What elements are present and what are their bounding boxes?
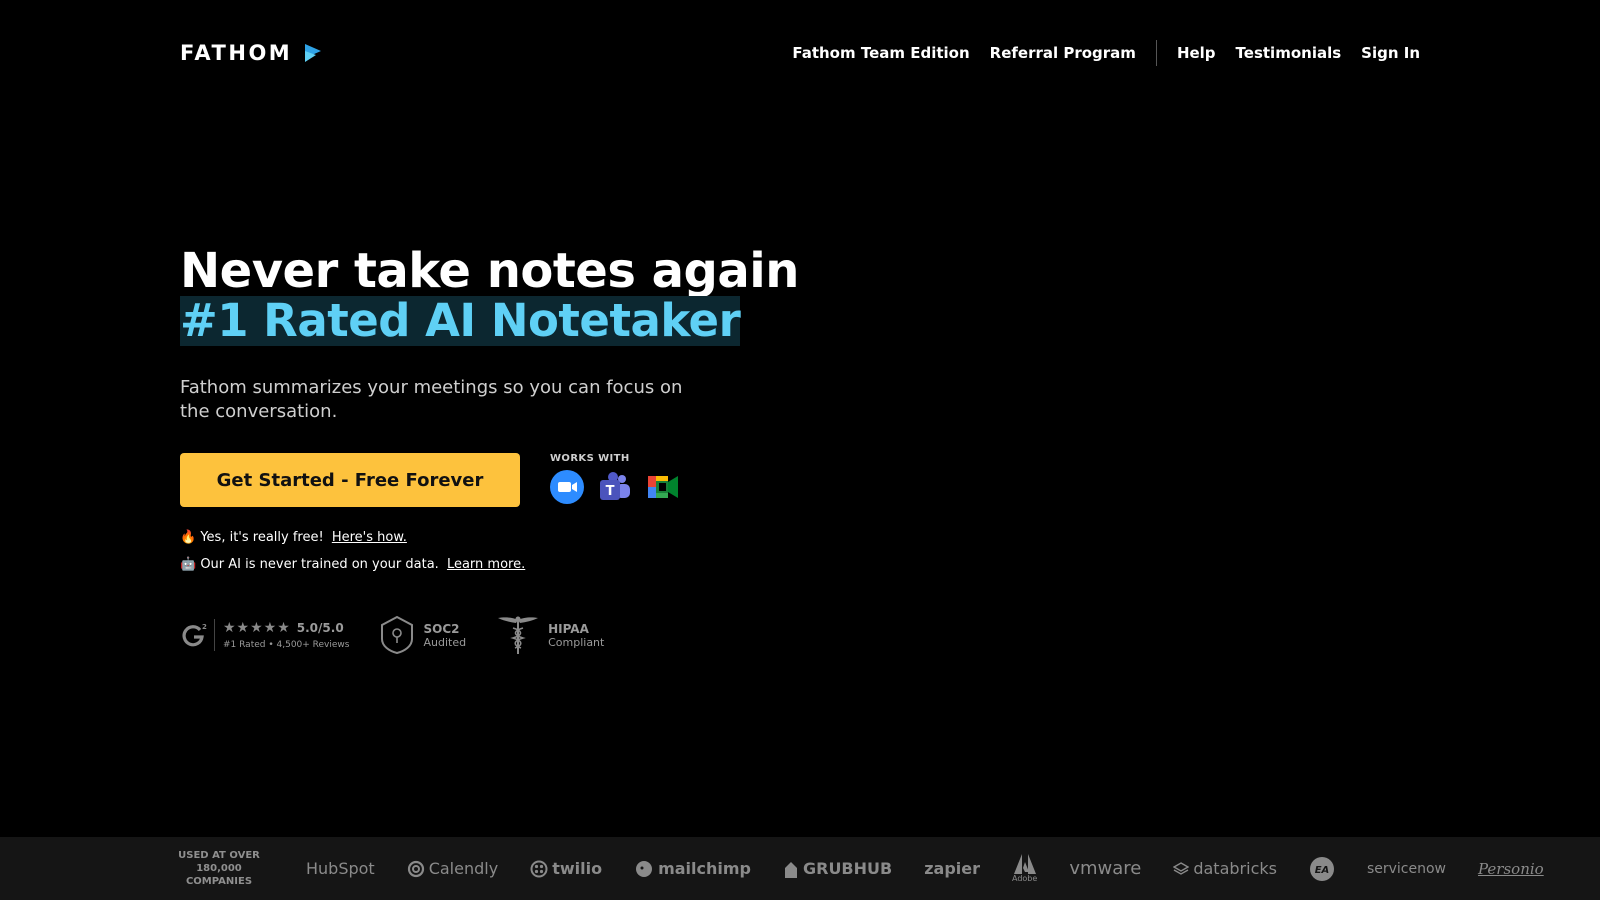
hipaa-sub: Compliant [548, 635, 605, 649]
twilio-logo: twilio [530, 859, 602, 878]
g2-separator [214, 619, 215, 651]
grubhub-logo: GRUBHUB [783, 859, 892, 878]
adobe-icon [1013, 854, 1036, 874]
nav-testimonials[interactable]: Testimonials [1236, 44, 1342, 62]
calendly-text: Calendly [428, 859, 499, 878]
grubhub-text: GRUBHUB [802, 859, 893, 878]
g2-rating: 5.0/5.0 [296, 621, 344, 635]
hero-section: Never take notes again #1 Rated AI Notet… [180, 243, 799, 656]
fathom-logo[interactable]: FATHOM [180, 41, 324, 65]
hipaa-title: HIPAA [548, 621, 589, 636]
svg-text:T: T [606, 484, 615, 499]
soc2-title: SOC2 [423, 621, 460, 636]
robot-icon: 🤖 [180, 557, 197, 572]
heres-how-link[interactable]: Here's how. [332, 530, 407, 545]
used-at-label: USED AT OVER 180,000 COMPANIES [164, 849, 274, 888]
main-nav: Fathom Team Edition Referral Program Hel… [792, 40, 1420, 66]
calendly-logo: Calendly [407, 859, 498, 878]
soc2-sub: Audited [423, 635, 467, 649]
fire-icon: 🔥 [180, 530, 197, 545]
free-note: 🔥 Yes, it's really free! Here's how. [180, 524, 740, 551]
works-with-label: WORKS WITH [550, 453, 630, 464]
nav-sign-in[interactable]: Sign In [1361, 44, 1420, 62]
svg-text:2: 2 [202, 623, 207, 631]
learn-more-link[interactable]: Learn more. [447, 557, 525, 572]
used-at-line2: 180,000 COMPANIES [185, 863, 253, 887]
mailchimp-icon [636, 860, 653, 877]
soc2-badge: SOC2 Audited [379, 615, 466, 655]
star-rating-icon: ★★★★★ [223, 620, 291, 636]
works-with: WORKS WITH T [550, 453, 680, 504]
get-started-button[interactable]: Get Started - Free Forever [180, 453, 520, 507]
adobe-text: Adobe [1012, 874, 1038, 883]
grubhub-icon [784, 861, 797, 878]
ea-logo: EA [1309, 856, 1335, 882]
zoom-icon [550, 470, 584, 504]
g2-logo-icon: 2 [182, 623, 207, 647]
used-at-line1: USED AT OVER [178, 850, 260, 861]
caduceus-icon [498, 616, 539, 654]
shield-icon [381, 615, 414, 655]
zapier-logo: zapier [924, 859, 980, 878]
fathom-logo-icon [305, 44, 322, 62]
twilio-icon [530, 860, 548, 877]
databricks-text: databricks [1193, 859, 1277, 878]
nav-divider [1155, 40, 1157, 66]
hipaa-badge: HIPAA Compliant [496, 614, 604, 656]
hero-headline: Never take notes again [180, 243, 799, 299]
mailchimp-text: mailchimp [658, 859, 751, 878]
hubspot-logo: HubSpot [306, 859, 375, 878]
ea-icon: EA [1309, 856, 1334, 881]
databricks-icon [1173, 861, 1190, 875]
ea-text: EA [1315, 865, 1330, 876]
adobe-logo: Adobe [1012, 854, 1037, 883]
vmware-logo: vmware [1069, 858, 1142, 879]
google-meet-icon [648, 476, 678, 498]
company-logo-strip: USED AT OVER 180,000 COMPANIES HubSpot C… [0, 837, 1600, 900]
personio-logo: Personio [1478, 859, 1544, 878]
nav-team-edition[interactable]: Fathom Team Edition [792, 44, 969, 62]
twilio-text: twilio [552, 859, 603, 878]
databricks-logo: databricks [1173, 859, 1277, 878]
g2-reviews: #1 Rated • 4,500+ Reviews [223, 640, 350, 650]
hero-subheadline: #1 Rated AI Notetaker [180, 294, 741, 347]
microsoft-teams-icon: T [600, 472, 630, 500]
logo-text: FATHOM [180, 41, 293, 65]
site-header: FATHOM Fathom Team Edition Referral Prog… [0, 0, 1600, 105]
trust-badges: 2 ★★★★★ 5.0/5.0 #1 Rated • 4,500+ Review… [180, 614, 740, 656]
servicenow-logo: servicenow [1366, 860, 1447, 877]
calendly-icon [407, 860, 424, 877]
g2-badge: 2 ★★★★★ 5.0/5.0 #1 Rated • 4,500+ Review… [180, 619, 349, 651]
privacy-note-text: Our AI is never trained on your data. [200, 557, 439, 572]
free-note-text: Yes, it's really free! [200, 530, 324, 545]
nav-help[interactable]: Help [1177, 44, 1216, 62]
hero-description: Fathom summarizes your meetings so you c… [180, 377, 683, 422]
mailchimp-logo: mailchimp [634, 859, 751, 879]
privacy-note: 🤖 Our AI is never trained on your data. … [180, 551, 740, 578]
nav-referral-program[interactable]: Referral Program [990, 44, 1136, 62]
